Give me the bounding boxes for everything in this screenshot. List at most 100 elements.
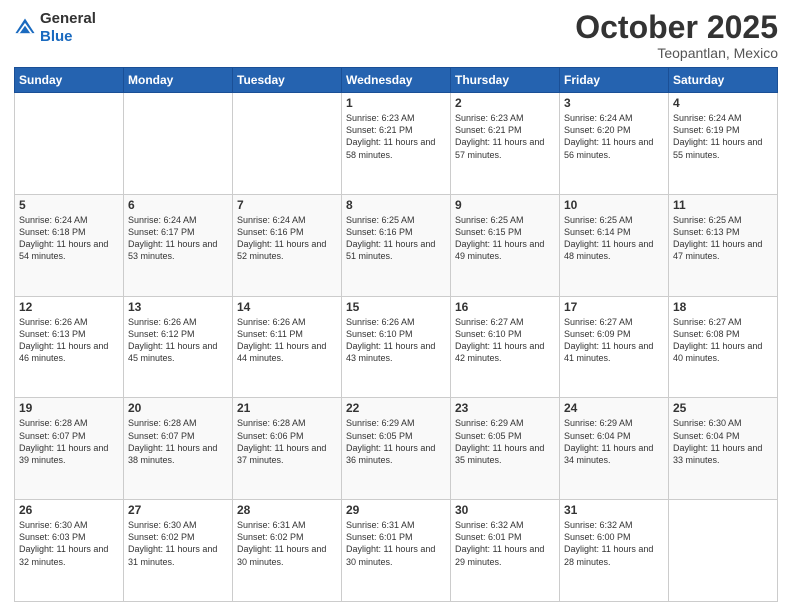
calendar-day-cell: 16 Sunrise: 6:27 AM Sunset: 6:10 PM Dayli… (451, 296, 560, 398)
day-number: 21 (237, 401, 337, 415)
day-number: 23 (455, 401, 555, 415)
calendar-week-row: 26Sunrise: 6:30 AM Sunset: 6:03 PM Dayli… (15, 500, 778, 602)
day-info: Sunrise: 6:25 AM Sunset: 6:14 PM Dayligh… (564, 214, 664, 263)
calendar-day-cell (233, 93, 342, 195)
calendar-day-cell (669, 500, 778, 602)
calendar-day-cell (15, 93, 124, 195)
calendar-week-row: 1 Sunrise: 6:23 AM Sunset: 6:21 PM Daylig… (15, 93, 778, 195)
day-number: 28 (237, 503, 337, 517)
calendar-day-cell: 17 Sunrise: 6:27 AM Sunset: 6:09 PM Dayli… (560, 296, 669, 398)
day-info: Sunrise: 6:28 AM Sunset: 6:07 PM Dayligh… (128, 417, 228, 466)
calendar-day-cell: 20 Sunrise: 6:28 AM Sunset: 6:07 PM Dayli… (124, 398, 233, 500)
page: General Blue October 2025 Teopantlan, Me… (0, 0, 792, 612)
day-number: 9 (455, 198, 555, 212)
day-number: 14 (237, 300, 337, 314)
day-info: Sunrise: 6:29 AM Sunset: 6:04 PM Dayligh… (564, 417, 664, 466)
weekday-header-cell: Sunday (15, 68, 124, 93)
weekday-header-row: SundayMondayTuesdayWednesdayThursdayFrid… (15, 68, 778, 93)
day-info: Sunrise: 6:32 AM Sunset: 6:01 PM Dayligh… (455, 519, 555, 568)
day-number: 25 (673, 401, 773, 415)
day-number: 7 (237, 198, 337, 212)
day-number: 11 (673, 198, 773, 212)
day-info: Sunrise: 6:25 AM Sunset: 6:16 PM Dayligh… (346, 214, 446, 263)
day-info: Sunrise: 6:25 AM Sunset: 6:15 PM Dayligh… (455, 214, 555, 263)
day-info: Sunrise: 6:32 AM Sunset: 6:00 PM Dayligh… (564, 519, 664, 568)
calendar-day-cell: 23Sunrise: 6:29 AM Sunset: 6:05 PM Dayli… (451, 398, 560, 500)
day-number: 3 (564, 96, 664, 110)
day-info: Sunrise: 6:24 AM Sunset: 6:16 PM Dayligh… (237, 214, 337, 263)
calendar-day-cell: 14 Sunrise: 6:26 AM Sunset: 6:11 PM Dayli… (233, 296, 342, 398)
day-number: 18 (673, 300, 773, 314)
day-info: Sunrise: 6:27 AM Sunset: 6:10 PM Dayligh… (455, 316, 555, 365)
day-number: 16 (455, 300, 555, 314)
day-info: Sunrise: 6:31 AM Sunset: 6:01 PM Dayligh… (346, 519, 446, 568)
day-info: Sunrise: 6:28 AM Sunset: 6:07 PM Dayligh… (19, 417, 119, 466)
day-number: 1 (346, 96, 446, 110)
calendar-day-cell: 25 Sunrise: 6:30 AM Sunset: 6:04 PM Dayli… (669, 398, 778, 500)
day-number: 8 (346, 198, 446, 212)
calendar-day-cell: 30 Sunrise: 6:32 AM Sunset: 6:01 PM Dayli… (451, 500, 560, 602)
calendar-day-cell: 12 Sunrise: 6:26 AM Sunset: 6:13 PM Dayli… (15, 296, 124, 398)
day-number: 6 (128, 198, 228, 212)
calendar-day-cell: 15Sunrise: 6:26 AM Sunset: 6:10 PM Dayli… (342, 296, 451, 398)
calendar-day-cell: 9 Sunrise: 6:25 AM Sunset: 6:15 PM Daylig… (451, 194, 560, 296)
day-info: Sunrise: 6:24 AM Sunset: 6:20 PM Dayligh… (564, 112, 664, 161)
calendar-week-row: 19 Sunrise: 6:28 AM Sunset: 6:07 PM Dayli… (15, 398, 778, 500)
day-number: 4 (673, 96, 773, 110)
day-info: Sunrise: 6:24 AM Sunset: 6:19 PM Dayligh… (673, 112, 773, 161)
day-number: 22 (346, 401, 446, 415)
calendar-day-cell: 19 Sunrise: 6:28 AM Sunset: 6:07 PM Dayli… (15, 398, 124, 500)
calendar-table: SundayMondayTuesdayWednesdayThursdayFrid… (14, 67, 778, 602)
calendar-day-cell: 18 Sunrise: 6:27 AM Sunset: 6:08 PM Dayli… (669, 296, 778, 398)
logo-general: General (40, 10, 96, 27)
month-title: October 2025 (575, 10, 778, 45)
day-number: 30 (455, 503, 555, 517)
day-info: Sunrise: 6:23 AM Sunset: 6:21 PM Dayligh… (346, 112, 446, 161)
location-title: Teopantlan, Mexico (575, 45, 778, 61)
calendar-day-cell: 2 Sunrise: 6:23 AM Sunset: 6:21 PM Daylig… (451, 93, 560, 195)
calendar-day-cell: 29Sunrise: 6:31 AM Sunset: 6:01 PM Dayli… (342, 500, 451, 602)
day-number: 27 (128, 503, 228, 517)
day-number: 20 (128, 401, 228, 415)
day-info: Sunrise: 6:23 AM Sunset: 6:21 PM Dayligh… (455, 112, 555, 161)
day-number: 12 (19, 300, 119, 314)
calendar-day-cell: 13Sunrise: 6:26 AM Sunset: 6:12 PM Dayli… (124, 296, 233, 398)
day-number: 5 (19, 198, 119, 212)
day-number: 2 (455, 96, 555, 110)
weekday-header-cell: Friday (560, 68, 669, 93)
day-info: Sunrise: 6:27 AM Sunset: 6:08 PM Dayligh… (673, 316, 773, 365)
day-number: 13 (128, 300, 228, 314)
weekday-header-cell: Monday (124, 68, 233, 93)
calendar-day-cell: 10Sunrise: 6:25 AM Sunset: 6:14 PM Dayli… (560, 194, 669, 296)
calendar-body: 1 Sunrise: 6:23 AM Sunset: 6:21 PM Daylig… (15, 93, 778, 602)
calendar-day-cell: 26Sunrise: 6:30 AM Sunset: 6:03 PM Dayli… (15, 500, 124, 602)
day-info: Sunrise: 6:28 AM Sunset: 6:06 PM Dayligh… (237, 417, 337, 466)
calendar-day-cell: 24 Sunrise: 6:29 AM Sunset: 6:04 PM Dayli… (560, 398, 669, 500)
calendar-week-row: 5Sunrise: 6:24 AM Sunset: 6:18 PM Daylig… (15, 194, 778, 296)
day-info: Sunrise: 6:26 AM Sunset: 6:10 PM Dayligh… (346, 316, 446, 365)
calendar-day-cell: 5Sunrise: 6:24 AM Sunset: 6:18 PM Daylig… (15, 194, 124, 296)
day-number: 19 (19, 401, 119, 415)
day-info: Sunrise: 6:30 AM Sunset: 6:02 PM Dayligh… (128, 519, 228, 568)
day-number: 17 (564, 300, 664, 314)
day-info: Sunrise: 6:29 AM Sunset: 6:05 PM Dayligh… (346, 417, 446, 466)
day-info: Sunrise: 6:26 AM Sunset: 6:13 PM Dayligh… (19, 316, 119, 365)
weekday-header-cell: Thursday (451, 68, 560, 93)
day-info: Sunrise: 6:26 AM Sunset: 6:11 PM Dayligh… (237, 316, 337, 365)
day-info: Sunrise: 6:27 AM Sunset: 6:09 PM Dayligh… (564, 316, 664, 365)
logo-icon (14, 17, 36, 39)
weekday-header-cell: Wednesday (342, 68, 451, 93)
calendar-day-cell (124, 93, 233, 195)
calendar-day-cell: 11 Sunrise: 6:25 AM Sunset: 6:13 PM Dayli… (669, 194, 778, 296)
day-info: Sunrise: 6:30 AM Sunset: 6:04 PM Dayligh… (673, 417, 773, 466)
calendar-day-cell: 27 Sunrise: 6:30 AM Sunset: 6:02 PM Dayli… (124, 500, 233, 602)
calendar-week-row: 12 Sunrise: 6:26 AM Sunset: 6:13 PM Dayli… (15, 296, 778, 398)
title-block: October 2025 Teopantlan, Mexico (575, 10, 778, 61)
day-number: 24 (564, 401, 664, 415)
day-info: Sunrise: 6:31 AM Sunset: 6:02 PM Dayligh… (237, 519, 337, 568)
calendar-day-cell: 28 Sunrise: 6:31 AM Sunset: 6:02 PM Dayli… (233, 500, 342, 602)
calendar-day-cell: 31Sunrise: 6:32 AM Sunset: 6:00 PM Dayli… (560, 500, 669, 602)
day-info: Sunrise: 6:25 AM Sunset: 6:13 PM Dayligh… (673, 214, 773, 263)
logo-text: General Blue (40, 10, 96, 46)
calendar-day-cell: 4 Sunrise: 6:24 AM Sunset: 6:19 PM Daylig… (669, 93, 778, 195)
